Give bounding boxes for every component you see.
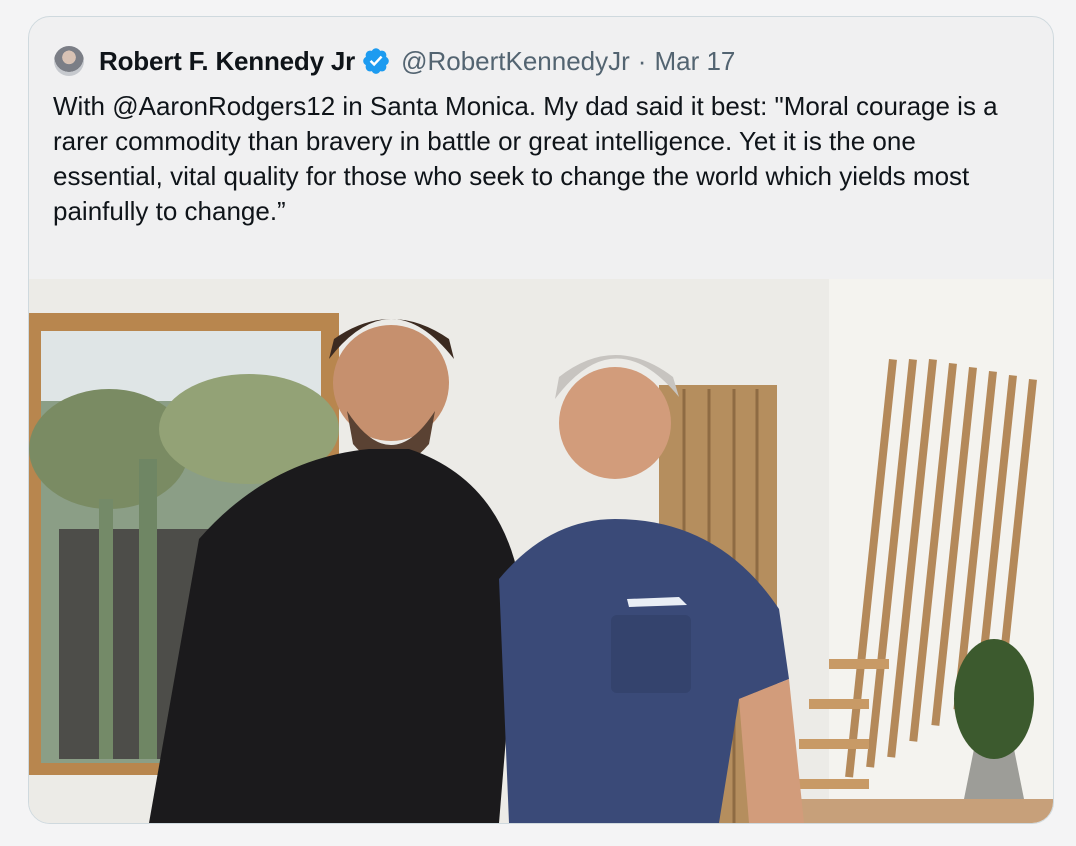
tweet-text: With @AaronRodgers12 in Santa Monica. My… (53, 91, 998, 226)
author-name[interactable]: Robert F. Kennedy Jr (99, 46, 355, 77)
verified-badge-icon (363, 48, 389, 74)
photo-illustration (29, 279, 1053, 823)
tweet-photo[interactable] (29, 279, 1053, 823)
header-separator: · (637, 45, 647, 76)
tweet-date[interactable]: Mar 17 (654, 46, 735, 77)
quoted-tweet-card[interactable]: Robert F. Kennedy Jr @RobertKennedyJr · … (28, 16, 1054, 824)
author-avatar[interactable] (54, 46, 84, 76)
tweet-header: Robert F. Kennedy Jr @RobertKennedyJr · … (54, 43, 735, 79)
author-handle[interactable]: @RobertKennedyJr (401, 46, 630, 77)
